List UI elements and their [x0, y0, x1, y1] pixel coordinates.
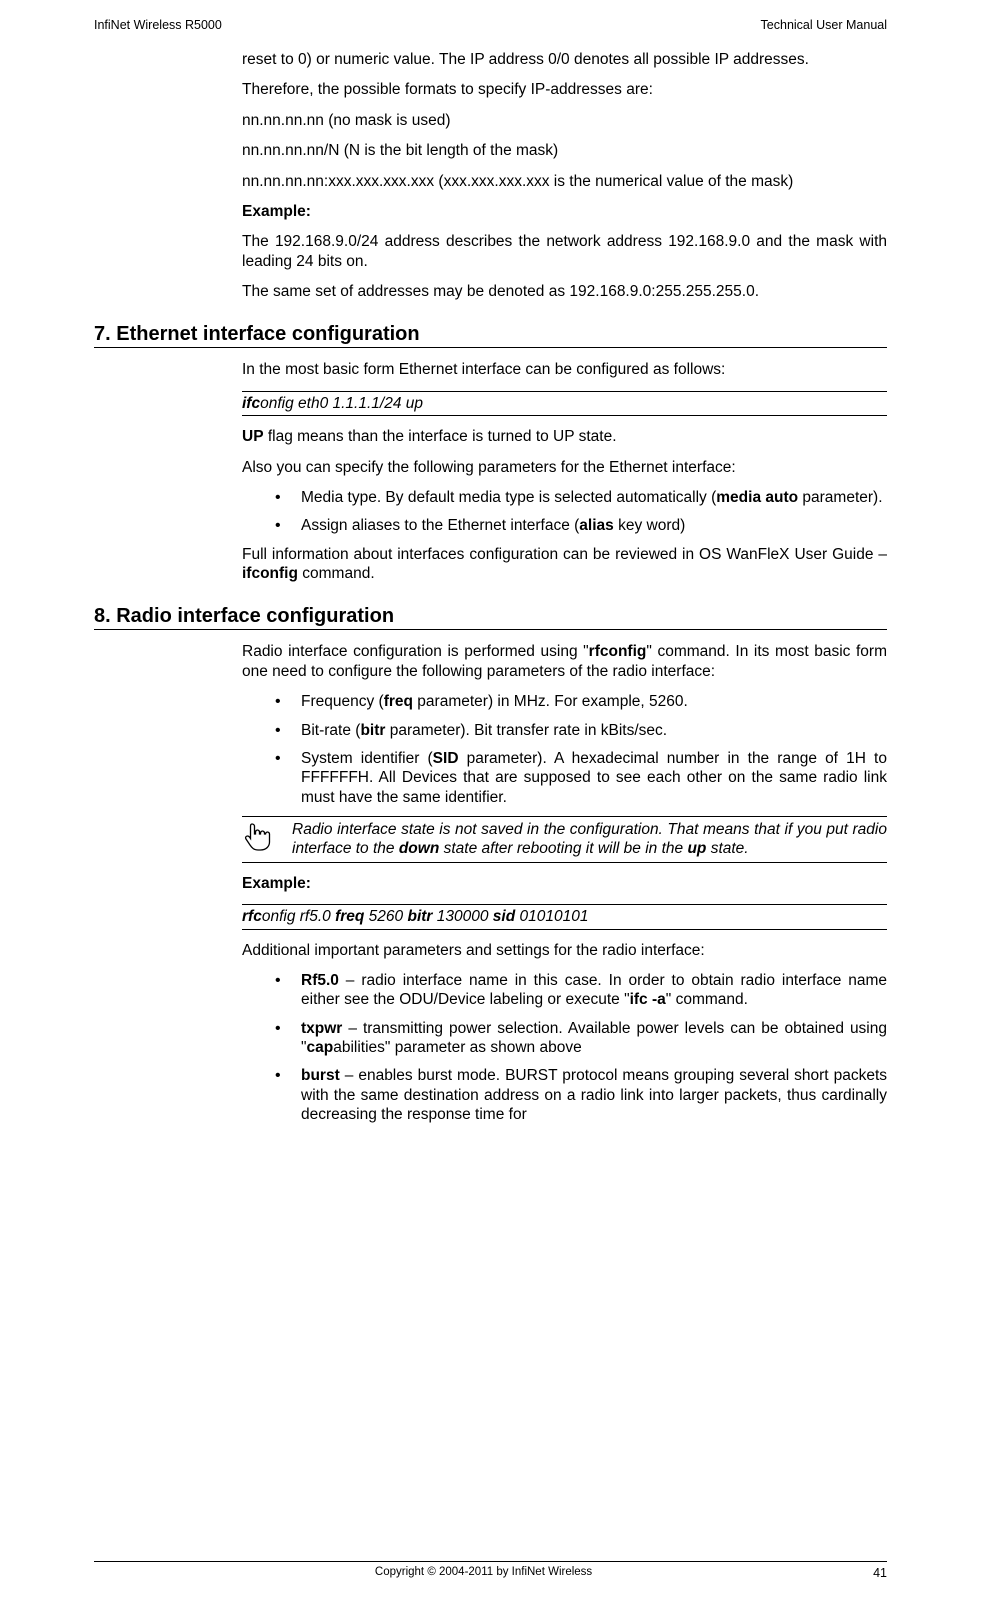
- text-bold: freq: [384, 693, 413, 710]
- text: Frequency (: [301, 693, 384, 710]
- section-8-body: Radio interface configuration is perform…: [242, 642, 887, 1124]
- paragraph: Radio interface configuration is perform…: [242, 642, 887, 681]
- paragraph: nn.nn.nn.nn (no mask is used): [242, 111, 887, 130]
- text-bold: txpwr: [301, 1020, 342, 1037]
- header-right: Technical User Manual: [761, 18, 887, 32]
- cmd-token: rf5.0: [300, 908, 335, 925]
- note-text: Radio interface state is not saved in th…: [292, 820, 887, 859]
- list-item: Assign aliases to the Ethernet interface…: [275, 516, 887, 535]
- paragraph: The 192.168.9.0/24 address describes the…: [242, 232, 887, 271]
- paragraph: nn.nn.nn.nn/N (N is the bit length of th…: [242, 141, 887, 160]
- text: Bit-rate (: [301, 722, 360, 739]
- text: parameter) in MHz. For example, 5260.: [413, 693, 688, 710]
- text: Full information about interfaces config…: [242, 546, 887, 563]
- text: key word): [614, 517, 686, 534]
- text: – radio interface name in this case. In …: [301, 972, 887, 1008]
- text: parameter). Bit transfer rate in kBits/s…: [385, 722, 667, 739]
- cmd-token: bitr: [407, 908, 432, 925]
- cmd-token: ifc: [242, 395, 260, 412]
- text: Radio interface configuration is perform…: [242, 643, 589, 660]
- text: flag means than the interface is turned …: [264, 428, 617, 445]
- paragraph: The same set of addresses may be denoted…: [242, 282, 887, 301]
- cmd-token: rfc: [242, 908, 262, 925]
- intro-block: reset to 0) or numeric value. The IP add…: [242, 50, 887, 301]
- text: state after rebooting it will be in the: [439, 840, 687, 857]
- text-bold: media auto: [716, 489, 798, 506]
- cmd-token: 01010101: [515, 908, 588, 925]
- text: command.: [298, 565, 375, 582]
- text: state.: [706, 840, 748, 857]
- bullet-list: Rf5.0 – radio interface name in this cas…: [275, 971, 887, 1125]
- text-bold-italic: down: [399, 840, 439, 857]
- list-item: burst – enables burst mode. BURST protoc…: [275, 1066, 887, 1124]
- cmd-token: onfig: [260, 395, 298, 412]
- cmd-token: eth0 1.1.1.1/24: [298, 395, 406, 412]
- section-7-body: In the most basic form Ethernet interfac…: [242, 360, 887, 583]
- cmd-token: up: [406, 395, 423, 412]
- text: Media type. By default media type is sel…: [301, 489, 716, 506]
- paragraph: Full information about interfaces config…: [242, 545, 887, 584]
- list-item: txpwr – transmitting power selection. Av…: [275, 1019, 887, 1058]
- header-left: InfiNet Wireless R5000: [94, 18, 222, 32]
- cmd-token: 5260: [364, 908, 407, 925]
- text-bold: cap: [307, 1039, 334, 1056]
- command-ifconfig: ifconfig eth0 1.1.1.1/24 up: [242, 391, 887, 416]
- text-bold: ifconfig: [242, 565, 298, 582]
- paragraph: In the most basic form Ethernet interfac…: [242, 360, 887, 379]
- note-box: Radio interface state is not saved in th…: [242, 816, 887, 863]
- bullet-list: Media type. By default media type is sel…: [275, 488, 887, 536]
- hand-pointing-icon: [242, 820, 278, 859]
- paragraph: reset to 0) or numeric value. The IP add…: [242, 50, 887, 69]
- cmd-token: sid: [493, 908, 515, 925]
- text-bold: ifc -a: [630, 991, 666, 1008]
- cmd-token: 130000: [432, 908, 492, 925]
- section-7-heading: 7. Ethernet interface configuration: [94, 323, 887, 348]
- list-item: System identifier (SID parameter). A hex…: [275, 749, 887, 807]
- text-bold: burst: [301, 1067, 345, 1084]
- paragraph: Also you can specify the following param…: [242, 458, 887, 477]
- cmd-token: onfig: [262, 908, 300, 925]
- page-number: 41: [873, 1566, 887, 1580]
- text-bold: SID: [433, 750, 459, 767]
- text-bold: Rf5.0: [301, 972, 339, 989]
- page-footer: Copyright © 2004-2011 by InfiNet Wireles…: [94, 1561, 887, 1580]
- paragraph: UP flag means than the interface is turn…: [242, 427, 887, 446]
- text-bold: bitr: [360, 722, 385, 739]
- section-8-heading: 8. Radio interface configuration: [94, 605, 887, 630]
- text-bold: UP: [242, 428, 264, 445]
- page-header: InfiNet Wireless R5000 Technical User Ma…: [94, 18, 887, 32]
- cmd-token: freq: [335, 908, 364, 925]
- list-item: Bit-rate (bitr parameter). Bit transfer …: [275, 721, 887, 740]
- paragraph: Therefore, the possible formats to speci…: [242, 80, 887, 99]
- bullet-list: Frequency (freq parameter) in MHz. For e…: [275, 692, 887, 807]
- text-bold-italic: up: [687, 840, 706, 857]
- paragraph: nn.nn.nn.nn:xxx.xxx.xxx.xxx (xxx.xxx.xxx…: [242, 172, 887, 191]
- example-label: Example:: [242, 874, 887, 893]
- text: parameter).: [798, 489, 882, 506]
- text: " command.: [666, 991, 748, 1008]
- command-rfconfig: rfconfig rf5.0 freq 5260 bitr 130000 sid…: [242, 904, 887, 929]
- text-bold: rfconfig: [589, 643, 647, 660]
- text-bold: alias: [579, 517, 613, 534]
- text: System identifier (: [301, 750, 433, 767]
- copyright-text: Copyright © 2004-2011 by InfiNet Wireles…: [375, 1566, 592, 1580]
- text: – enables burst mode. BURST protocol mea…: [301, 1067, 887, 1123]
- text: abilities" parameter as shown above: [333, 1039, 581, 1056]
- list-item: Media type. By default media type is sel…: [275, 488, 887, 507]
- list-item: Frequency (freq parameter) in MHz. For e…: [275, 692, 887, 711]
- text: Assign aliases to the Ethernet interface…: [301, 517, 579, 534]
- example-label: Example:: [242, 202, 887, 221]
- paragraph: Additional important parameters and sett…: [242, 941, 887, 960]
- list-item: Rf5.0 – radio interface name in this cas…: [275, 971, 887, 1010]
